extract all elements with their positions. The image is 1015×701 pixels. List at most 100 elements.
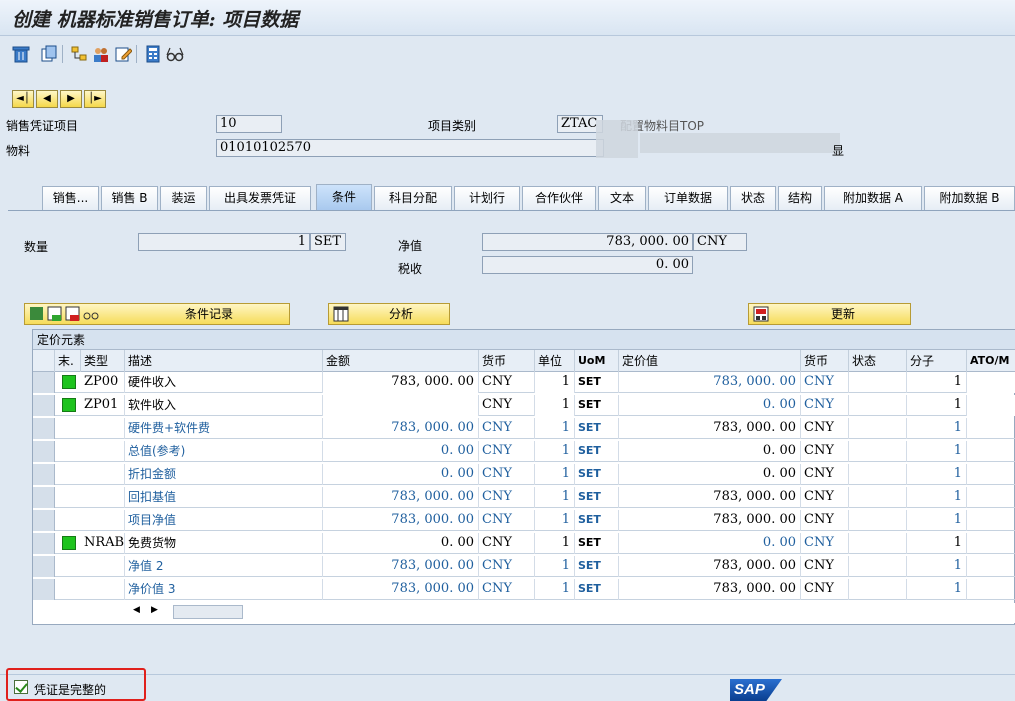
- column-header[interactable]: 分子: [907, 350, 967, 372]
- row-selector[interactable]: [33, 533, 55, 554]
- condition-type-cell[interactable]: [81, 464, 125, 485]
- amount-cell[interactable]: [323, 395, 479, 416]
- condition-type-cell[interactable]: NRAB: [81, 533, 125, 554]
- uom-cell[interactable]: SET: [575, 372, 619, 393]
- tree-icon[interactable]: [70, 45, 88, 63]
- cur-cell[interactable]: CNY: [479, 395, 535, 416]
- pval-cell[interactable]: 783, 000. 00: [619, 372, 801, 393]
- ato-cell[interactable]: [967, 556, 1015, 577]
- tab-texts[interactable]: 文本: [598, 186, 646, 210]
- tab-order-data[interactable]: 订单数据: [648, 186, 728, 210]
- table-row[interactable]: 回扣基值 783, 000. 00 CNY 1 SET 783, 000. 00 CNY 1: [33, 487, 1015, 508]
- ato-cell[interactable]: [967, 441, 1015, 462]
- table-row[interactable]: ZP00 硬件收入 783, 000. 00 CNY 1 SET 783, 000. 00 C…: [33, 372, 1015, 393]
- condition-type-cell[interactable]: [81, 510, 125, 531]
- scroll-thumb[interactable]: [173, 605, 243, 619]
- amount-cell[interactable]: 783, 000. 00: [323, 372, 479, 393]
- ato-cell[interactable]: [967, 372, 1015, 393]
- tab-additional-data-b[interactable]: 附加数据 B: [924, 186, 1015, 210]
- item-field[interactable]: 10: [216, 115, 282, 133]
- ato-cell[interactable]: [967, 464, 1015, 485]
- delete-icon[interactable]: [12, 45, 30, 63]
- scroll-left-icon[interactable]: ◀: [133, 605, 140, 615]
- ato-cell[interactable]: [967, 395, 1015, 416]
- table-row[interactable]: 总值(参考) 0. 00 CNY 1 SET 0. 00 CNY 1: [33, 441, 1015, 462]
- row-selector[interactable]: [33, 556, 55, 577]
- pcur-cell[interactable]: CNY: [801, 372, 849, 393]
- scroll-right-icon[interactable]: ▶: [151, 605, 158, 615]
- first-item-button[interactable]: ◄│: [12, 90, 34, 108]
- cur-cell[interactable]: CNY: [479, 372, 535, 393]
- previous-item-button[interactable]: ◀: [36, 90, 58, 108]
- column-header[interactable]: 描述: [125, 350, 323, 372]
- column-header[interactable]: 金额: [323, 350, 479, 372]
- row-selector[interactable]: [33, 372, 55, 393]
- update-button[interactable]: 更新: [748, 303, 911, 325]
- column-header[interactable]: 状态: [849, 350, 907, 372]
- row-selector[interactable]: [33, 510, 55, 531]
- material-field[interactable]: 01010102570: [216, 139, 604, 157]
- column-header[interactable]: 定价值: [619, 350, 801, 372]
- tab-structure[interactable]: 结构: [778, 186, 822, 210]
- tab-sales-a[interactable]: 销售...: [42, 186, 99, 210]
- column-header[interactable]: UoM: [575, 350, 619, 372]
- tab-shipping[interactable]: 装运: [160, 186, 207, 210]
- complete-checkbox[interactable]: [14, 680, 28, 694]
- condition-record-button[interactable]: 条件记录: [24, 303, 290, 325]
- column-header[interactable]: 类型: [81, 350, 125, 372]
- column-header[interactable]: 货币: [801, 350, 849, 372]
- table-row[interactable]: 项目净值 783, 000. 00 CNY 1 SET 783, 000. 00 CNY 1: [33, 510, 1015, 531]
- ato-cell[interactable]: [967, 487, 1015, 508]
- tab-partners[interactable]: 合作伙伴: [522, 186, 596, 210]
- calculator-icon[interactable]: [144, 45, 162, 63]
- edit-icon[interactable]: [114, 45, 132, 63]
- table-row[interactable]: 折扣金额 0. 00 CNY 1 SET 0. 00 CNY 1: [33, 464, 1015, 485]
- table-row[interactable]: 硬件费+软件费 783, 000. 00 CNY 1 SET 783, 000. 00 CN…: [33, 418, 1015, 439]
- quantity-unit-field[interactable]: SET: [310, 233, 346, 251]
- condition-type-cell[interactable]: [81, 487, 125, 508]
- copy-icon[interactable]: [40, 45, 58, 63]
- row-selector[interactable]: [33, 487, 55, 508]
- column-header[interactable]: 单位: [535, 350, 575, 372]
- net-currency-field[interactable]: CNY: [693, 233, 747, 251]
- analysis-button[interactable]: 分析: [328, 303, 450, 325]
- tab-account-assignment[interactable]: 科目分配: [374, 186, 452, 210]
- ato-cell[interactable]: [967, 579, 1015, 600]
- column-header[interactable]: 货币: [479, 350, 535, 372]
- num-cell[interactable]: 1: [907, 395, 967, 416]
- row-selector[interactable]: [33, 464, 55, 485]
- table-row[interactable]: 净价值 3 783, 000. 00 CNY 1 SET 783, 000. 00 CNY 1: [33, 579, 1015, 600]
- tab-sales-b[interactable]: 销售 B: [101, 186, 158, 210]
- quantity-field[interactable]: 1: [138, 233, 310, 251]
- horizontal-scrollbar[interactable]: ◀ ▶: [33, 603, 1015, 623]
- tab-schedule-lines[interactable]: 计划行: [454, 186, 520, 210]
- pval-cell[interactable]: 0. 00: [619, 395, 801, 416]
- column-header[interactable]: ATO/M: [967, 350, 1015, 372]
- table-row[interactable]: NRAB 免费货物 0. 00 CNY 1 SET 0. 00 CNY 1: [33, 533, 1015, 554]
- tax-field[interactable]: 0. 00: [482, 256, 693, 274]
- last-item-button[interactable]: │►: [84, 90, 106, 108]
- table-row[interactable]: ZP01 软件收入 CNY 1 SET 0. 00 CNY 1: [33, 395, 1015, 416]
- unit-cell[interactable]: 1: [535, 372, 575, 393]
- row-selector[interactable]: [33, 579, 55, 600]
- condition-type-cell[interactable]: [81, 579, 125, 600]
- num-cell[interactable]: 1: [907, 372, 967, 393]
- row-selector[interactable]: [33, 441, 55, 462]
- ato-cell[interactable]: [967, 418, 1015, 439]
- condition-type-cell[interactable]: ZP01: [81, 395, 125, 416]
- people-icon[interactable]: [92, 45, 110, 63]
- tab-conditions[interactable]: 条件: [316, 184, 372, 210]
- glasses-icon[interactable]: [166, 45, 184, 63]
- uom-cell[interactable]: SET: [575, 395, 619, 416]
- table-row[interactable]: 净值 2 783, 000. 00 CNY 1 SET 783, 000. 00 CNY 1: [33, 556, 1015, 577]
- condition-type-cell[interactable]: [81, 441, 125, 462]
- ato-cell[interactable]: [967, 510, 1015, 531]
- row-selector[interactable]: [33, 418, 55, 439]
- tab-billing[interactable]: 出具发票凭证: [209, 186, 311, 210]
- condition-type-cell[interactable]: [81, 418, 125, 439]
- pcur-cell[interactable]: CNY: [801, 395, 849, 416]
- column-header[interactable]: 末.: [55, 350, 81, 372]
- ato-cell[interactable]: [967, 533, 1015, 554]
- net-value-field[interactable]: 783, 000. 00: [482, 233, 693, 251]
- select-all-column[interactable]: [33, 350, 55, 372]
